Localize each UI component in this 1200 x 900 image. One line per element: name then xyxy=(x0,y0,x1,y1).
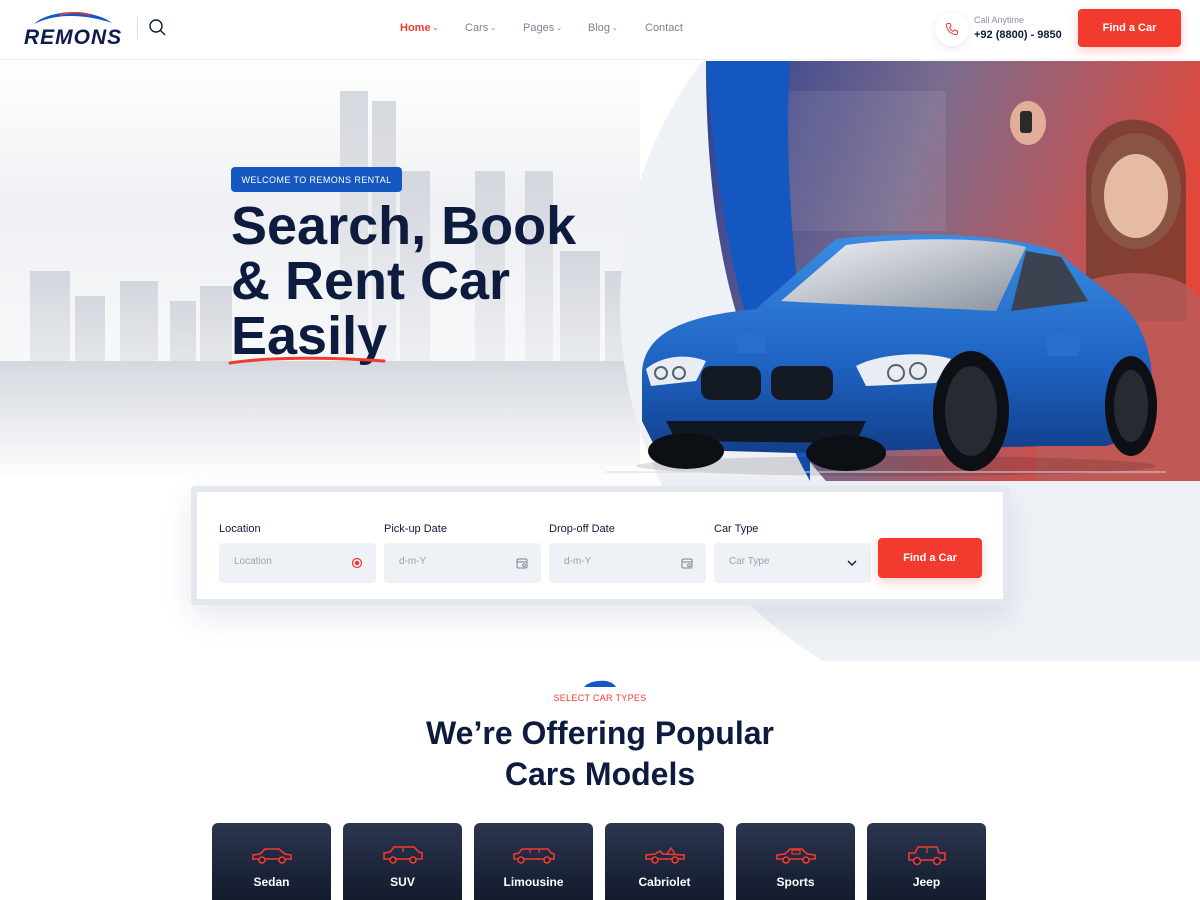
welcome-badge: WELCOME TO REMONS RENTAL xyxy=(231,167,402,192)
title-underline-decoration xyxy=(228,356,386,365)
car-type-card-jeep[interactable]: Jeep xyxy=(867,823,986,900)
car-type-label: Cabriolet xyxy=(638,875,691,889)
hero-title-line: Search, Book xyxy=(231,196,577,256)
chevron-down-icon xyxy=(847,560,857,566)
chevron-down-icon: ⌄ xyxy=(612,25,618,32)
site-header: REMONS Home ⌄ Cars ⌄ Pages ⌄ Blog ⌄ Contact … xyxy=(0,0,1200,60)
jeep-icon xyxy=(908,846,946,866)
cabriolet-icon xyxy=(645,846,685,864)
phone-icon[interactable] xyxy=(935,12,969,46)
car-type-card-limousine[interactable]: Limousine xyxy=(474,823,593,900)
header-divider xyxy=(137,17,138,39)
calendar-icon xyxy=(681,558,693,569)
car-type-card-suv[interactable]: SUV xyxy=(343,823,462,900)
section-title: We’re Offering Popular Cars Models xyxy=(0,713,1200,795)
car-type-card-cabriolet[interactable]: Cabriolet xyxy=(605,823,724,900)
field-label: Drop-off Date xyxy=(549,523,615,535)
nav-label: Pages xyxy=(523,22,555,34)
main-nav: Home ⌄ Cars ⌄ Pages ⌄ Blog ⌄ Contact xyxy=(400,20,705,36)
car-type-label: Jeep xyxy=(912,875,941,889)
field-placeholder: Car Type xyxy=(729,556,770,567)
field-placeholder: d-m-Y xyxy=(564,556,592,567)
sports-car-icon xyxy=(776,848,816,864)
mini-car-icon xyxy=(584,680,616,687)
limousine-icon xyxy=(513,848,555,864)
section-title-line: Cars Models xyxy=(504,756,696,792)
car-type-select[interactable]: Car Type xyxy=(714,543,871,583)
nav-label: Cars xyxy=(465,22,489,34)
nav-item-contact[interactable]: Contact xyxy=(645,20,705,36)
nav-item-cars[interactable]: Cars ⌄ xyxy=(465,20,523,36)
car-type-label: Sedan xyxy=(253,875,290,889)
section-title-line: We’re Offering Popular xyxy=(426,715,774,751)
car-types-grid: Sedan SUV Limousine Cabriolet Sports Jee… xyxy=(212,823,988,900)
field-placeholder: Location xyxy=(234,556,272,567)
chevron-down-icon: ⌄ xyxy=(556,25,563,32)
car-type-label: SUV xyxy=(390,875,415,889)
pickup-date-input[interactable]: d-m-Y xyxy=(384,543,541,583)
header-find-car-button[interactable]: Find a Car xyxy=(1078,9,1181,47)
suv-icon xyxy=(383,846,423,864)
car-type-card-sports[interactable]: Sports xyxy=(736,823,855,900)
section-kicker: SELECT CAR TYPES xyxy=(553,693,647,703)
field-label: Pick-up Date xyxy=(384,523,447,535)
dropoff-date-input[interactable]: d-m-Y xyxy=(549,543,706,583)
booking-form: Location Location Pick-up Date d-m-Y Dro… xyxy=(191,486,1009,605)
nav-item-home[interactable]: Home ⌄ xyxy=(400,20,465,36)
location-input[interactable]: Location xyxy=(219,543,376,583)
field-label: Car Type xyxy=(714,523,759,535)
brand-name: REMONS xyxy=(24,26,123,49)
calendar-icon xyxy=(516,558,528,569)
brand-logo[interactable]: REMONS xyxy=(24,10,121,50)
field-placeholder: d-m-Y xyxy=(399,556,427,567)
nav-label: Contact xyxy=(645,22,683,34)
nav-item-blog[interactable]: Blog ⌄ xyxy=(588,20,645,36)
car-type-card-sedan[interactable]: Sedan xyxy=(212,823,331,900)
logo-car-icon xyxy=(34,12,112,24)
sedan-icon xyxy=(252,848,292,864)
car-type-label: Sports xyxy=(776,875,815,889)
chevron-down-icon: ⌄ xyxy=(490,25,497,32)
blue-sports-car-image xyxy=(606,234,1166,476)
chevron-down-icon: ⌄ xyxy=(432,25,439,32)
nav-item-pages[interactable]: Pages ⌄ xyxy=(523,20,588,36)
field-label: Location xyxy=(219,523,261,535)
call-label: Call Anytime xyxy=(974,15,1025,25)
car-type-label: Limousine xyxy=(503,875,564,889)
call-number[interactable]: +92 (8800) - 9850 xyxy=(974,29,1062,41)
hero-title: Search, Book & Rent Car Easily xyxy=(231,199,651,364)
search-icon[interactable] xyxy=(148,18,168,38)
nav-label: Home xyxy=(400,22,431,34)
hero-title-line: & Rent Car xyxy=(231,251,511,311)
nav-label: Blog xyxy=(588,22,611,34)
location-pin-icon xyxy=(351,557,363,569)
booking-find-car-button[interactable]: Find a Car xyxy=(878,538,982,578)
